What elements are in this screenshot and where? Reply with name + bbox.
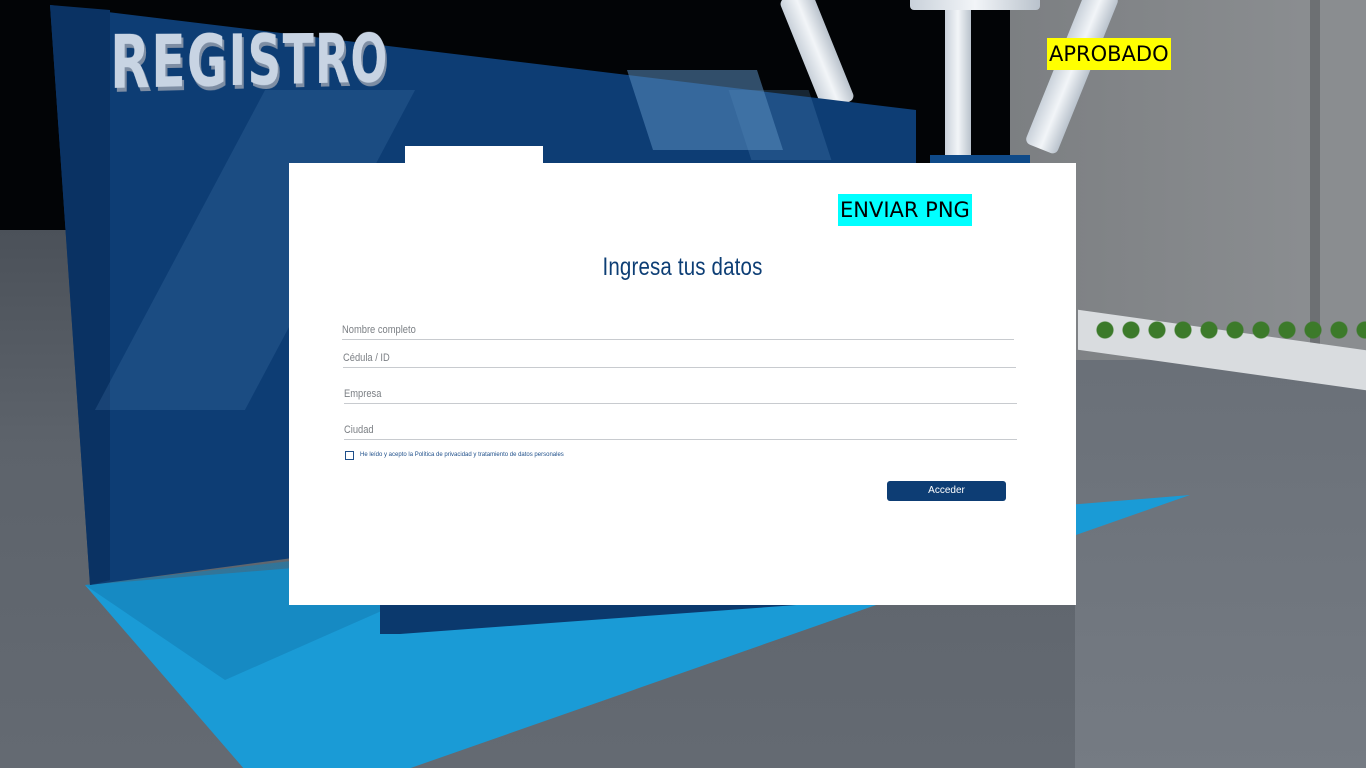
approved-label: APROBADO xyxy=(1047,38,1171,70)
privacy-consent: He leído y acepto la Política de privaci… xyxy=(345,449,564,461)
privacy-consent-text[interactable]: He leído y acepto la Política de privaci… xyxy=(360,452,564,458)
full-name-field[interactable]: Nombre completo xyxy=(342,315,1014,340)
company-field[interactable]: Empresa xyxy=(344,379,1017,404)
plants xyxy=(1095,312,1366,342)
booth-sign: REGISTRO xyxy=(110,20,389,106)
send-png-label[interactable]: ENVIAR PNG xyxy=(838,194,972,226)
company-placeholder: Empresa xyxy=(344,388,382,400)
pillar-edge xyxy=(1310,0,1320,360)
city-field[interactable]: Ciudad xyxy=(344,415,1017,440)
id-number-placeholder: Cédula / ID xyxy=(343,352,390,364)
registration-modal: Ingresa tus datos Nombre completo Cédula… xyxy=(289,163,1076,605)
floor-right xyxy=(1075,360,1366,768)
privacy-checkbox[interactable] xyxy=(345,450,354,460)
form-title: Ingresa tus datos xyxy=(602,253,763,281)
truss-top xyxy=(910,0,1040,10)
access-button[interactable]: Acceder xyxy=(887,481,1006,501)
id-number-field[interactable]: Cédula / ID xyxy=(343,343,1016,368)
city-placeholder: Ciudad xyxy=(344,424,374,436)
truss-middle xyxy=(945,0,971,175)
full-name-placeholder: Nombre completo xyxy=(342,324,416,336)
